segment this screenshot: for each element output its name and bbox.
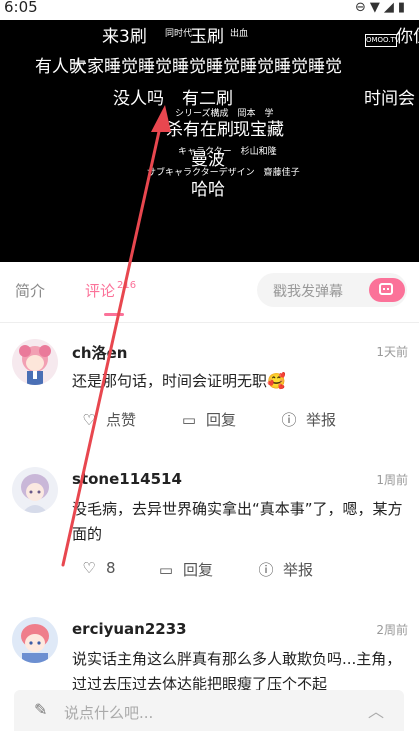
minus-circle-icon: ⊖ [354, 0, 370, 15]
comment-item: erciyuan2233 2周前 说实话主角这么胖真有那么多人敢欺负吗...主角… [0, 617, 419, 690]
comment-input-bar[interactable]: ✎ 说点什么吧... ︿ [14, 690, 404, 731]
comment-count: 216 [117, 280, 137, 291]
comment-text: 说实话主角这么胖真有那么多人敢欺负吗...主角，过过去压过去体达能把眼瘦了压个不… [72, 650, 402, 690]
avatar[interactable] [12, 467, 58, 513]
danmaku: 你住 [396, 27, 419, 47]
tab-comments[interactable]: 评论 216 [85, 280, 136, 301]
danmaku: 没人吗 [113, 89, 164, 109]
comment-item: ch洛en 1天前 还是那句话，时间会证明无职🥰 ♡ 点赞 ▭ 回复 ⓘ 举报 [0, 339, 419, 439]
danmaku: 来3刷 [102, 27, 147, 47]
chevron-up-icon[interactable]: ︿ [368, 698, 384, 722]
tab-comments-label: 评论 [85, 282, 116, 300]
danmaku: 时间会 [364, 89, 415, 109]
tab-indicator [104, 313, 124, 316]
reply-icon: ▭ [158, 561, 174, 579]
comment-text: 没毛病，去异世界确实拿出“真本事”了，嗯，某方面的 [72, 500, 403, 543]
status-icons: ⊖▼◢▮ [355, 0, 409, 15]
like-button[interactable]: ♡ 点赞 [80, 409, 136, 430]
wifi-icon: ▼ [369, 0, 384, 15]
comment-username[interactable]: erciyuan2233 [72, 620, 187, 638]
heart-icon: ♡ [82, 411, 96, 429]
status-time: 6:05 [4, 0, 38, 16]
like-button[interactable]: ♡ 8 [80, 559, 115, 577]
danmaku: 现宝藏 [233, 120, 284, 140]
battery-icon: ▮ [397, 0, 409, 15]
comment-input-placeholder: 说点什么吧... [64, 704, 154, 722]
reply-button[interactable]: ▭ 回复 [157, 559, 213, 580]
comment-username[interactable]: ch洛en [72, 342, 127, 363]
danmaku-toggle-button[interactable] [369, 278, 405, 302]
comment-time: 1周前 [376, 473, 408, 487]
danmaku: 玉刷 [190, 27, 224, 47]
warning-icon: ⓘ [258, 561, 274, 579]
comment-time: 1天前 [376, 345, 408, 359]
tv-icon [379, 283, 393, 295]
channel-logo: OMOO.TV [365, 34, 400, 47]
status-bar: 6:05 ⊖▼◢▮ [0, 0, 419, 20]
danmaku: 哈哈 [191, 180, 225, 200]
pen-icon: ✎ [34, 700, 48, 719]
warning-icon: ⓘ [281, 411, 297, 429]
avatar[interactable] [12, 339, 58, 385]
danmaku: 出血 [230, 29, 249, 39]
danmaku: 杀有在刷 [166, 120, 234, 140]
report-button[interactable]: ⓘ 举报 [257, 559, 313, 580]
comment-text: 还是那句话，时间会证明无职🥰 [72, 372, 286, 390]
comment-item: stone114514 1周前 没毛病，去异世界确实拿出“真本事”了，嗯，某方面… [0, 467, 419, 592]
danmaku: 同时代 [165, 29, 193, 39]
avatar[interactable] [12, 617, 58, 663]
danmaku-input-placeholder: 戳我发弹幕 [273, 284, 343, 300]
comment-username[interactable]: stone114514 [72, 470, 182, 488]
signal-icon: ◢ [383, 0, 398, 15]
video-player[interactable]: OMOO.TV 来3刷 同时代 玉刷 出血 你住 有人吹 大家睡觉睡觉睡觉睡觉睡… [0, 20, 419, 262]
comment-time: 2周前 [376, 623, 408, 637]
reply-button[interactable]: ▭ 回复 [180, 409, 236, 430]
tab-intro[interactable]: 简介 [15, 280, 45, 301]
reply-icon: ▭ [181, 411, 197, 429]
danmaku: 大家睡觉睡觉睡觉睡觉睡觉睡觉睡觉 [70, 57, 342, 77]
report-button[interactable]: ⓘ 举报 [280, 409, 336, 430]
heart-icon: ♡ [82, 559, 96, 577]
